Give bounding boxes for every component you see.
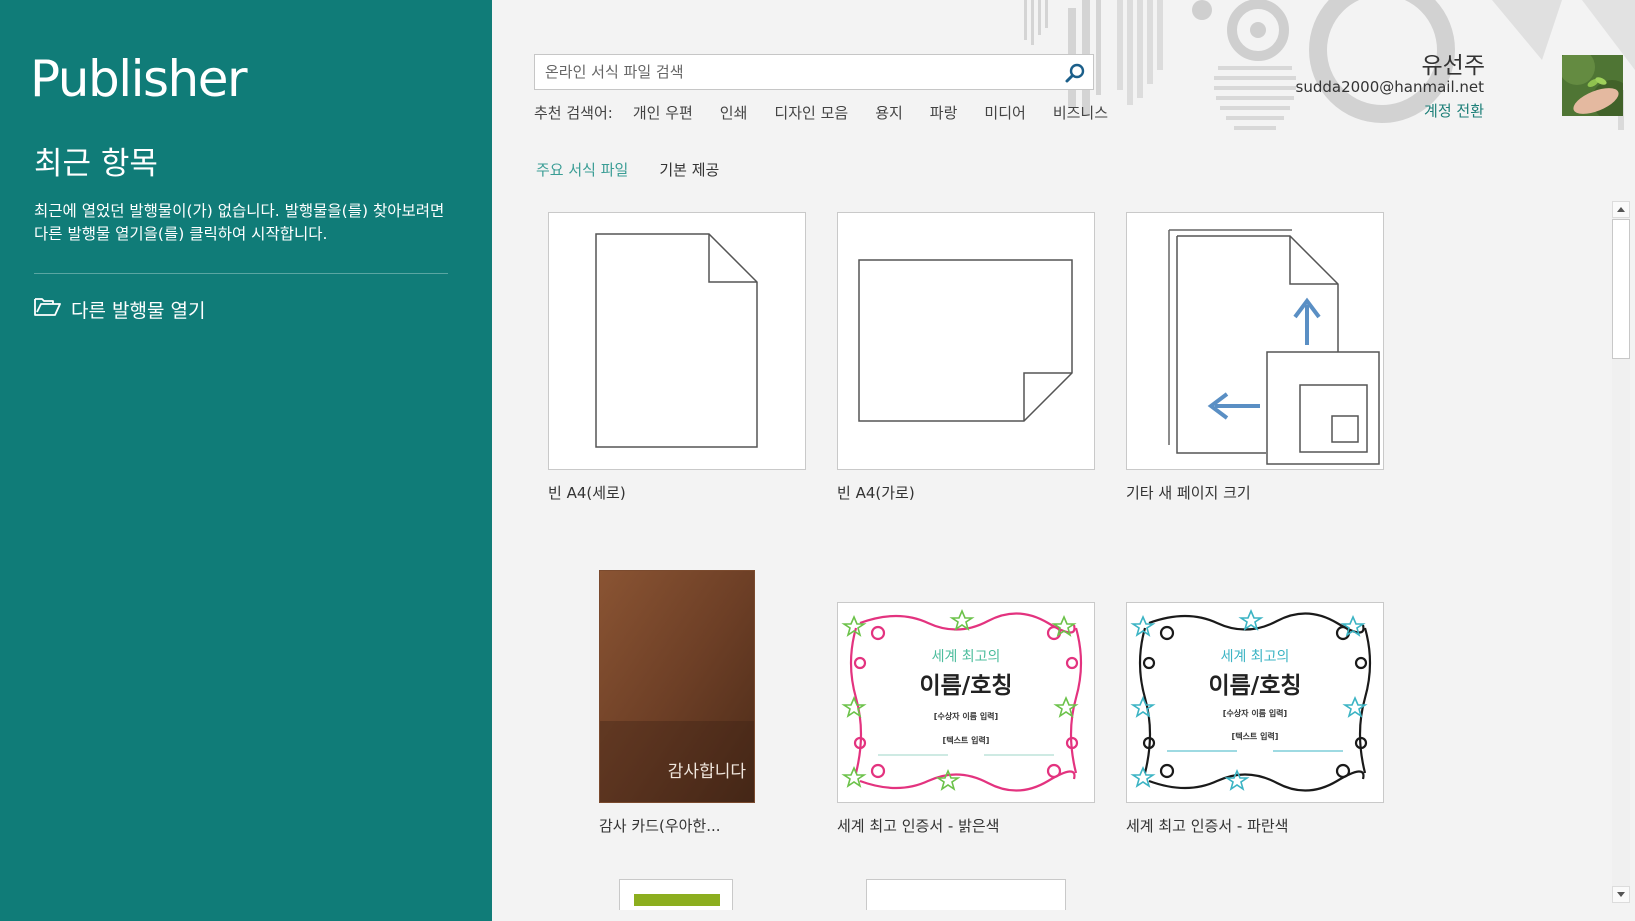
search-input[interactable] — [535, 55, 1055, 89]
suggested-label: 추천 검색어: — [534, 104, 613, 122]
template-tile[interactable]: 세계 최고의 이름/호칭 [수상자 이름 입력] [텍스트 입력] 세계 최고 … — [837, 602, 1095, 835]
template-gallery: 빈 A4(세로) 빈 A4(가로) 기타 새 페이지 크기 감사합니다 감사 카… — [492, 200, 1617, 910]
suggested-link[interactable]: 파랑 — [930, 102, 958, 123]
scroll-up-arrow[interactable] — [1612, 201, 1630, 218]
template-thumbnail: 세계 최고의 이름/호칭 [수상자 이름 입력] [텍스트 입력] — [837, 602, 1095, 803]
open-other-publication-button[interactable]: 다른 발행물 열기 — [34, 294, 205, 324]
recent-message: 최근에 열었던 발행물이(가) 없습니다. 발행물을(를) 찾아보려면 다른 발… — [34, 202, 445, 243]
tab-featured[interactable]: 주요 서식 파일 — [536, 159, 628, 180]
search-icon[interactable] — [1063, 61, 1087, 85]
template-tile[interactable]: 세계 최고의 이름/호칭 [수상자 이름 입력] [텍스트 입력] 세계 최고 … — [1126, 602, 1384, 835]
suggested-link[interactable]: 디자인 모음 — [774, 102, 848, 123]
right-pane: 추천 검색어: 개인 우편 인쇄 디자인 모음 용지 파랑 미디어 비즈니스 주… — [492, 0, 1635, 921]
suggested-link[interactable]: 비즈니스 — [1053, 102, 1108, 123]
template-search-box — [534, 54, 1094, 90]
vertical-scrollbar[interactable] — [1612, 201, 1630, 903]
tab-built-in[interactable]: 기본 제공 — [659, 159, 719, 180]
certificate-title: 이름/호칭 — [1208, 673, 1302, 699]
template-thumbnail — [619, 879, 733, 910]
switch-account-link[interactable]: 계정 전환 — [1424, 100, 1484, 121]
recent-heading: 최근 항목 — [34, 146, 158, 182]
open-other-label: 다른 발행물 열기 — [71, 299, 206, 322]
user-email: sudda2000@hanmail.net — [1295, 78, 1484, 96]
template-thumbnail — [1126, 212, 1384, 470]
certificate-line: [텍스트 입력] — [942, 736, 990, 745]
template-tile[interactable]: 빈 A4(세로) — [548, 212, 806, 502]
suggested-link[interactable]: 인쇄 — [720, 102, 748, 123]
suggested-searches: 추천 검색어: 개인 우편 인쇄 디자인 모음 용지 파랑 미디어 비즈니스 — [534, 102, 1135, 123]
template-label: 세계 최고 인증서 - 파란색 — [1126, 817, 1289, 835]
suggested-link[interactable]: 미디어 — [984, 102, 1025, 123]
template-tile[interactable] — [866, 879, 1066, 910]
certificate-line: [수상자 이름 입력] — [1222, 709, 1288, 718]
folder-open-icon — [34, 296, 71, 322]
suggested-link[interactable]: 개인 우편 — [633, 102, 693, 123]
certificate-line: [수상자 이름 입력] — [933, 712, 999, 721]
template-label: 감사 카드(우아한... — [599, 817, 721, 835]
template-tile[interactable]: 기타 새 페이지 크기 — [1126, 212, 1384, 502]
template-tile[interactable]: 감사합니다 감사 카드(우아한... — [599, 570, 779, 835]
template-label: 빈 A4(가로) — [837, 484, 915, 502]
app-brand: Publisher — [30, 50, 248, 108]
card-text: 감사합니다 — [667, 762, 746, 782]
divider — [34, 273, 448, 274]
avatar[interactable] — [1562, 55, 1623, 116]
scroll-down-arrow[interactable] — [1612, 886, 1630, 903]
suggested-link[interactable]: 용지 — [875, 102, 903, 123]
template-tile[interactable] — [619, 879, 733, 910]
left-pane: Publisher 최근 항목 최근에 열었던 발행물이(가) 없습니다. 발행… — [0, 0, 492, 921]
certificate-line: [텍스트 입력] — [1231, 732, 1279, 741]
certificate-subtitle: 세계 최고의 — [931, 649, 1001, 665]
template-tile[interactable]: 빈 A4(가로) — [837, 212, 1095, 502]
scroll-thumb[interactable] — [1612, 219, 1630, 359]
template-thumbnail: 세계 최고의 이름/호칭 [수상자 이름 입력] [텍스트 입력] — [1126, 602, 1384, 803]
certificate-subtitle: 세계 최고의 — [1220, 649, 1290, 665]
user-name: 유선주 — [1421, 53, 1485, 79]
template-label: 빈 A4(세로) — [548, 484, 626, 502]
template-thumbnail — [548, 212, 806, 470]
template-tabs: 주요 서식 파일 기본 제공 — [536, 159, 750, 180]
certificate-title: 이름/호칭 — [919, 673, 1013, 699]
template-thumbnail — [866, 879, 1066, 910]
template-thumbnail — [837, 212, 1095, 470]
template-label: 기타 새 페이지 크기 — [1126, 484, 1251, 502]
template-thumbnail: 감사합니다 — [599, 570, 755, 803]
template-label: 세계 최고 인증서 - 밝은색 — [837, 817, 1000, 835]
